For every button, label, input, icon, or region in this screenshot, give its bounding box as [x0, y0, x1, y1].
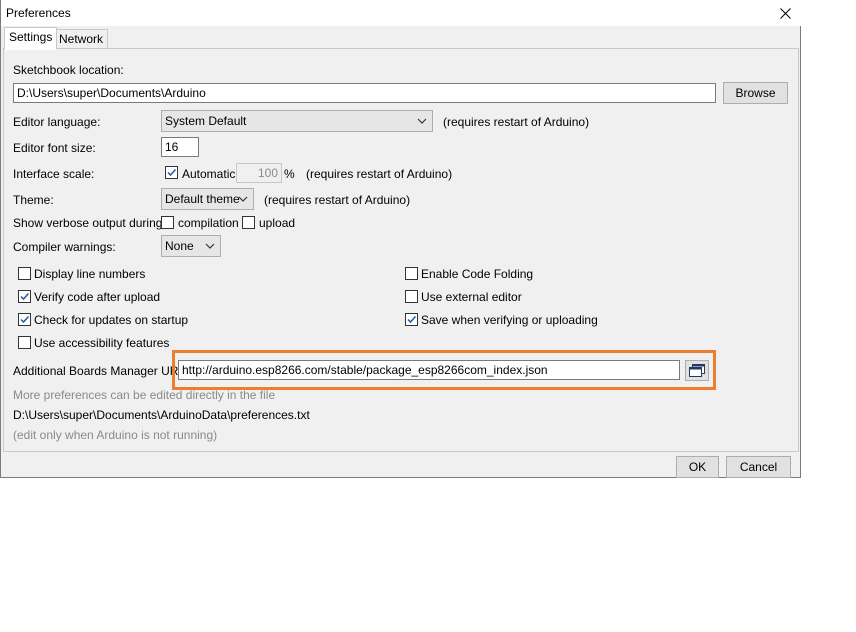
accessibility-label: Use accessibility features	[34, 336, 170, 350]
window-title: Preferences	[6, 6, 71, 20]
more-preferences-text: More preferences can be edited directly …	[13, 388, 276, 402]
boards-manager-label: Additional Boards Manager URLs:	[13, 364, 195, 378]
check-updates-label: Check for updates on startup	[34, 313, 189, 327]
font-size-input[interactable]: 16	[161, 137, 199, 157]
accessibility-checkbox[interactable]	[18, 336, 31, 349]
edit-note: (edit only when Arduino is not running)	[13, 428, 218, 442]
verify-after-upload-checkbox[interactable]	[18, 290, 31, 303]
close-button[interactable]	[769, 0, 801, 26]
display-line-numbers-label: Display line numbers	[34, 267, 146, 281]
title-bar: Preferences	[1, 0, 802, 26]
chevron-down-icon	[238, 196, 248, 202]
editor-language-select[interactable]: System Default	[161, 110, 433, 132]
font-size-label: Editor font size:	[13, 141, 96, 155]
scale-input[interactable]: 100	[236, 163, 282, 183]
chevron-down-icon	[417, 118, 427, 124]
save-on-verify-label: Save when verifying or uploading	[421, 313, 598, 327]
boards-manager-highlight	[172, 350, 716, 390]
code-folding-label: Enable Code Folding	[421, 267, 534, 281]
preferences-window: Preferences Settings Network Sketchbook …	[0, 0, 802, 478]
check-updates-checkbox[interactable]	[18, 313, 31, 326]
cancel-button[interactable]: Cancel	[726, 456, 791, 478]
checkmark-icon	[20, 315, 30, 324]
chevron-down-icon	[205, 243, 215, 249]
compilation-checkbox[interactable]	[161, 216, 174, 229]
verbose-label: Show verbose output during:	[13, 216, 166, 230]
editor-language-note: (requires restart of Arduino)	[443, 115, 590, 129]
ok-button[interactable]: OK	[676, 456, 719, 478]
compiler-warnings-select[interactable]: None	[161, 235, 221, 257]
display-line-numbers-checkbox[interactable]	[18, 267, 31, 280]
compiler-warnings-value: None	[165, 239, 194, 253]
upload-label: upload	[259, 216, 296, 230]
sketchbook-input[interactable]: D:\Users\super\Documents\Arduino	[13, 83, 716, 103]
external-editor-label: Use external editor	[421, 290, 522, 304]
editor-language-label: Editor language:	[13, 115, 101, 129]
tab-settings[interactable]: Settings	[4, 27, 58, 50]
interface-scale-label: Interface scale:	[13, 167, 95, 181]
external-editor-checkbox[interactable]	[405, 290, 418, 303]
save-on-verify-checkbox[interactable]	[405, 313, 418, 326]
theme-value: Default theme	[165, 192, 240, 206]
interface-scale-note: (requires restart of Arduino)	[306, 167, 453, 181]
browse-button[interactable]: Browse	[723, 82, 788, 104]
compilation-label: compilation	[178, 216, 239, 230]
sketchbook-label: Sketchbook location:	[13, 63, 124, 77]
close-icon	[779, 7, 791, 19]
checkmark-icon	[167, 168, 177, 177]
compiler-warnings-label: Compiler warnings:	[13, 240, 116, 254]
editor-language-value: System Default	[165, 114, 247, 128]
tab-network[interactable]: Network	[54, 29, 109, 49]
upload-checkbox[interactable]	[242, 216, 255, 229]
verify-after-upload-label: Verify code after upload	[34, 290, 161, 304]
preferences-path: D:\Users\super\Documents\ArduinoData\pre…	[13, 408, 310, 422]
automatic-checkbox[interactable]	[165, 166, 178, 179]
code-folding-checkbox[interactable]	[405, 267, 418, 280]
theme-label: Theme:	[13, 193, 54, 207]
theme-note: (requires restart of Arduino)	[264, 193, 411, 207]
automatic-label: Automatic	[182, 167, 236, 181]
checkmark-icon	[20, 292, 30, 301]
scale-unit: %	[284, 167, 295, 181]
theme-select[interactable]: Default theme	[161, 188, 254, 210]
checkmark-icon	[407, 315, 417, 324]
